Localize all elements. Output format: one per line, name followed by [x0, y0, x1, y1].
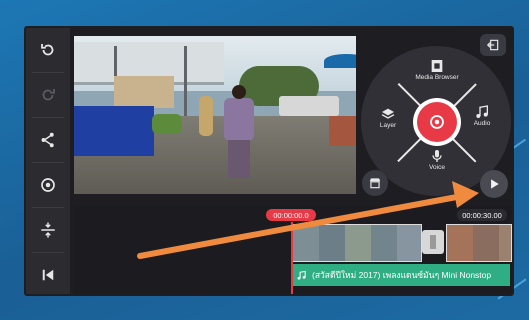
undo-button[interactable] — [26, 28, 70, 72]
preview-person — [224, 98, 254, 140]
undo-icon — [41, 44, 54, 56]
left-toolbar — [26, 28, 70, 294]
redo-button[interactable] — [26, 73, 70, 117]
skip-to-start-button[interactable] — [26, 253, 70, 297]
preview-stall — [114, 76, 174, 108]
audio-button[interactable]: Audio — [467, 104, 497, 127]
preview-person — [199, 96, 213, 136]
media-browser-label: Media Browser — [415, 74, 459, 81]
share-button[interactable] — [26, 118, 70, 162]
music-note-icon — [476, 105, 488, 118]
video-preview[interactable] — [74, 36, 356, 194]
clip-thumbnail — [499, 225, 511, 261]
preview-table — [74, 106, 154, 156]
preview-person — [232, 85, 246, 99]
clip-thumbnail — [397, 225, 421, 261]
asset-store-button[interactable] — [362, 170, 388, 196]
preview-stall — [329, 116, 356, 146]
voice-label: Voice — [429, 164, 445, 171]
clip-thumbnail — [371, 225, 397, 261]
redo-icon — [42, 89, 55, 101]
clip-thumbnail — [447, 225, 473, 261]
transition-button[interactable] — [422, 230, 444, 254]
transition-icon — [430, 235, 436, 249]
voice-button[interactable]: Voice — [422, 148, 452, 171]
timeline-expand-button[interactable] — [26, 208, 70, 252]
clip-thumbnail — [293, 225, 319, 261]
video-clip[interactable] — [446, 224, 512, 262]
clip-thumbnail — [473, 225, 499, 261]
microphone-icon — [432, 150, 442, 162]
playhead[interactable] — [291, 222, 293, 294]
timeline-expand-icon — [41, 222, 55, 238]
preview-person — [228, 138, 250, 178]
preview-truck — [279, 96, 339, 116]
settings-button[interactable] — [26, 163, 70, 207]
audio-track[interactable]: (สวัสดีปีใหม่ 2017) เพลงแดนซ์มันๆ Mini N… — [292, 264, 510, 286]
video-clip[interactable] — [292, 224, 422, 262]
camera-shutter-icon — [430, 115, 444, 129]
skip-to-start-icon — [42, 269, 54, 281]
layer-button[interactable]: Layer — [373, 106, 403, 129]
audio-label: Audio — [473, 120, 491, 127]
kinemaster-editor: Media Browser Layer Audio Voice 00:00:00… — [24, 26, 514, 296]
media-browser-button[interactable]: Media Browser — [402, 58, 472, 81]
layer-icon — [381, 108, 395, 119]
play-button[interactable] — [480, 170, 508, 198]
clip-thumbnail — [345, 225, 371, 261]
end-time-badge: 00:00:30.00 — [457, 209, 507, 221]
music-note-icon — [297, 270, 306, 280]
preview-umbrella — [324, 54, 356, 68]
play-icon — [491, 179, 499, 189]
settings-icon — [41, 178, 55, 192]
export-button[interactable] — [480, 34, 506, 56]
media-browser-icon — [431, 60, 443, 72]
share-icon — [41, 132, 54, 148]
preview-vegetables — [152, 114, 182, 134]
audio-track-title: (สวัสดีปีใหม่ 2017) เพลงแดนซ์มันๆ Mini N… — [312, 270, 492, 280]
store-icon — [369, 178, 381, 189]
clip-thumbnail — [319, 225, 345, 261]
current-time-badge: 00:00:00.0 — [266, 209, 316, 221]
export-icon — [486, 39, 499, 51]
layer-label: Layer — [379, 122, 397, 129]
record-button[interactable] — [417, 102, 457, 142]
